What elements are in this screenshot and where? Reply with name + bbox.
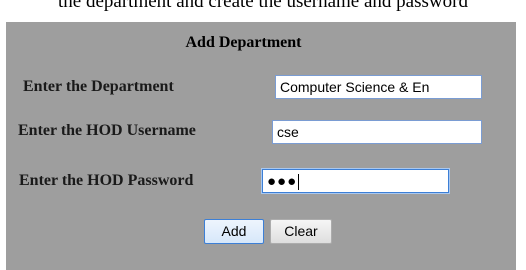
username-label: Enter the HOD Username [18,122,196,139]
text-cursor [298,174,300,191]
password-mask: ●●● [267,173,298,190]
clear-button[interactable]: Clear [270,219,332,244]
add-button[interactable]: Add [204,219,264,244]
username-input[interactable]: cse [272,120,482,144]
department-label: Enter the Department [23,78,174,95]
department-input[interactable]: Computer Science & En [275,75,482,99]
password-label: Enter the HOD Password [19,172,194,189]
page-caption: the department and create the username a… [58,0,468,12]
add-department-panel: Add Department Enter the Department Comp… [6,22,516,270]
password-input[interactable]: ●●● [262,169,449,193]
form-title: Add Department [185,34,302,51]
